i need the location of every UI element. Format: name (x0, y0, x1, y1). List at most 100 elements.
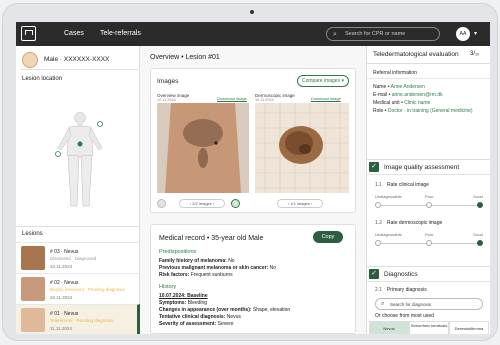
check-icon: ✓ (369, 162, 379, 172)
scale-mid-label: Poor (425, 194, 434, 199)
tab-nevus[interactable]: Nevus (369, 321, 409, 334)
lesion-status: Biopsy (excision) · Pending diagnosis (50, 287, 125, 292)
previous-melanoma-label: Previous malignant melanoma or skin canc… (159, 265, 269, 271)
compare-images-button[interactable]: Compare images ▾ (297, 75, 349, 87)
dermoscopic-thumbnail[interactable] (231, 199, 240, 208)
lesion-marker-01[interactable] (77, 141, 83, 147)
dermoscopic-image[interactable] (255, 103, 349, 193)
overview-thumbnail[interactable] (157, 199, 166, 208)
changes-value: Shape, elevation (252, 307, 291, 313)
referrer-email-label: E-mail • (373, 92, 391, 98)
lesion-thumbnail (21, 246, 45, 270)
step-counter: 3/₁₀ (470, 51, 480, 57)
images-title: Images (157, 78, 179, 85)
image-quality-header[interactable]: ✓ Image quality assessment (367, 160, 490, 175)
camera-dot (250, 10, 254, 14)
rating-option-selected[interactable] (477, 202, 483, 208)
lesion-list-item-selected[interactable]: # 01 · Nevus Telereferral · Pending diag… (16, 304, 140, 334)
medical-unit-value: Clinic name (404, 100, 431, 106)
rating-option[interactable] (426, 240, 432, 246)
overview-pager[interactable]: ‹ 2/2 images › (179, 199, 225, 208)
lesion-list-item[interactable]: # 03 · Nevus Dismissed · Diagnosed 10.11… (16, 242, 140, 273)
severity-line: Severity of assessment: Severe (159, 321, 234, 327)
diagnostics-title: Diagnostics (384, 271, 418, 278)
risk-factors-label: Risk factors: (159, 272, 190, 278)
lesion-status: Telereferral · Pending diagnosis (50, 318, 114, 323)
copy-button[interactable]: Copy (313, 231, 343, 243)
predispositions-heading: Predispositions (159, 249, 197, 255)
lesion-title: # 02 · Nevus (50, 280, 79, 286)
download-overview-link[interactable]: Download image (217, 96, 247, 101)
image-quality-title: Image quality assessment (384, 164, 460, 171)
top-bar: Cases Tele-referrals ⌕ Search for CPR or… (16, 22, 490, 46)
dermoscopic-image-date: 10.11.2024 (255, 98, 274, 102)
nav-cases[interactable]: Cases (64, 30, 84, 37)
tab-seborrheic-keratosis[interactable]: Seborrheic keratosis (409, 321, 449, 334)
patient-header: Male · XXXXXX-XXXX (20, 50, 138, 70)
patient-name: Male · XXXXXX-XXXX (44, 56, 110, 63)
diagnostics-header[interactable]: ✓ Diagnostics (367, 267, 490, 282)
avatar[interactable]: AA (456, 27, 470, 41)
lesion-marker-03[interactable] (55, 151, 61, 157)
clinical-rating-slider[interactable] (375, 202, 483, 208)
rating-option[interactable] (375, 202, 381, 208)
question-number: 2.1 (375, 287, 382, 293)
lesion-date: 10.11.2024 (50, 295, 73, 300)
chevron-down-icon[interactable]: ▾ (474, 30, 477, 37)
tentative-diagnosis-value: Nevus (226, 314, 241, 320)
question-label: Rate dermoscopic image (386, 220, 443, 226)
patient-avatar (22, 52, 38, 68)
compare-images-label: Compare images (302, 78, 341, 84)
referral-heading: Referral information (373, 70, 417, 76)
main-panel: Overview • Lesion #01 Images Compare ima… (140, 46, 366, 334)
download-dermoscopic-link[interactable]: Download image (311, 96, 341, 101)
app-logo-icon[interactable] (21, 26, 36, 41)
search-icon: ⌕ (381, 301, 385, 307)
scale-high-label: Good (473, 194, 483, 199)
rating-option[interactable] (375, 240, 381, 246)
evaluation-panel: Teledermatological evaluation 3/₁₀ Refer… (366, 46, 490, 334)
dermoscopic-pager[interactable]: ‹ 1/1 images › (277, 199, 323, 208)
diagnosis-search-input[interactable]: ⌕ Search for diagnosis (375, 298, 483, 310)
most-used-label: Or choose from most used (375, 313, 434, 319)
image-quality-section: ✓ Image quality assessment 1.1 Rate clini… (367, 159, 490, 264)
lesions-header-label: Lesions (22, 231, 43, 237)
lesion-marker-02[interactable] (97, 121, 103, 127)
scale-mid-label: Poor (425, 232, 434, 237)
search-input[interactable]: ⌕ Search for CPR or name (326, 27, 440, 41)
referrer-name: Name • Anne Andersen (373, 84, 425, 90)
overview-pager-label: 2/2 images (192, 201, 212, 206)
tab-dermatofibroma[interactable]: Dermatofibroma (449, 321, 489, 334)
symptoms-value: Bleeding (187, 300, 208, 306)
question-dermoscopic: 1.2 Rate dermoscopic image (375, 220, 442, 226)
medical-unit: Medical unit • Clinic name (373, 100, 430, 106)
referrer-role-label: Role • (373, 108, 387, 114)
lesion-thumbnail (21, 277, 45, 301)
rating-option[interactable] (426, 202, 432, 208)
lesions-header: Lesions (16, 226, 140, 240)
tentative-diagnosis-line: Tentative clinical diagnosis: Nevus (159, 314, 241, 320)
overview-image[interactable] (157, 103, 249, 193)
lesion-date: 10.11.2024 (50, 264, 73, 269)
page-title: Overview • Lesion #01 (150, 54, 220, 61)
question-label: Primary diagnosis (386, 287, 427, 293)
referrer-role: Role • Doctor - in training (General med… (373, 108, 473, 114)
referrer-name-value: Anne Andersen (390, 84, 425, 90)
search-placeholder: Search for CPR or name (345, 31, 406, 37)
lesion-date: 11.11.2024 (50, 326, 72, 331)
overview-image-date: 10.11.2024 (157, 98, 176, 102)
baseline-entry: 10.07.2024: Baseline (159, 293, 208, 299)
dermoscopic-rating-slider[interactable] (375, 240, 483, 246)
evaluation-title: Teledermatological evaluation (373, 51, 459, 58)
referrer-email-value[interactable]: anne.andersen@rm.dk (392, 92, 443, 98)
lesion-list-item[interactable]: # 02 · Nevus Biopsy (excision) · Pending… (16, 273, 140, 304)
check-icon: ✓ (369, 269, 379, 279)
changes-line: Changes in appearance (over months): Sha… (159, 307, 290, 313)
diagnosis-search-placeholder: Search for diagnosis (390, 302, 432, 307)
scale-low-label: Undiagnosable (375, 232, 402, 237)
question-number: 1.1 (375, 182, 382, 188)
nav-telereferrals[interactable]: Tele-referrals (100, 30, 141, 37)
medical-unit-label: Medical unit • (373, 100, 403, 106)
body-map[interactable] (52, 110, 108, 210)
rating-option-selected[interactable] (477, 240, 483, 246)
